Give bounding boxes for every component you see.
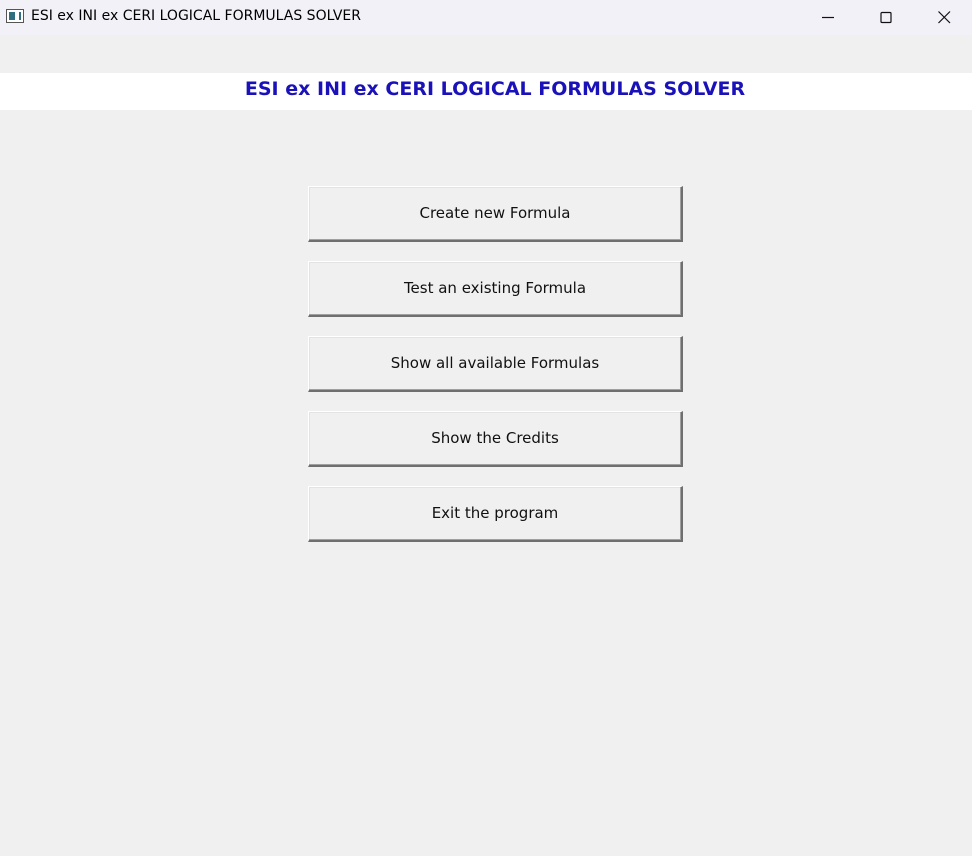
- window-title: ESI ex INI ex CERI LOGICAL FORMULAS SOLV…: [31, 8, 362, 24]
- header-banner: ESI ex INI ex CERI LOGICAL FORMULAS SOLV…: [0, 73, 972, 110]
- create-formula-button[interactable]: Create new Formula: [308, 186, 683, 242]
- show-formulas-button[interactable]: Show all available Formulas: [308, 336, 683, 392]
- page-title: ESI ex INI ex CERI LOGICAL FORMULAS SOLV…: [244, 78, 746, 100]
- close-button[interactable]: [915, 0, 972, 35]
- title-bar[interactable]: ESI ex INI ex CERI LOGICAL FORMULAS SOLV…: [0, 0, 972, 35]
- maximize-icon: [880, 11, 892, 24]
- app-window: ESI ex INI ex CERI LOGICAL FORMULAS SOLV…: [0, 0, 972, 856]
- minimize-button[interactable]: [799, 0, 857, 35]
- app-window-icon[interactable]: [6, 9, 24, 23]
- test-formula-button[interactable]: Test an existing Formula: [308, 261, 683, 317]
- close-icon: [938, 11, 951, 24]
- minimize-icon: [822, 16, 834, 19]
- exit-program-button[interactable]: Exit the program: [308, 486, 683, 542]
- show-credits-button[interactable]: Show the Credits: [308, 411, 683, 467]
- maximize-button[interactable]: [857, 0, 915, 35]
